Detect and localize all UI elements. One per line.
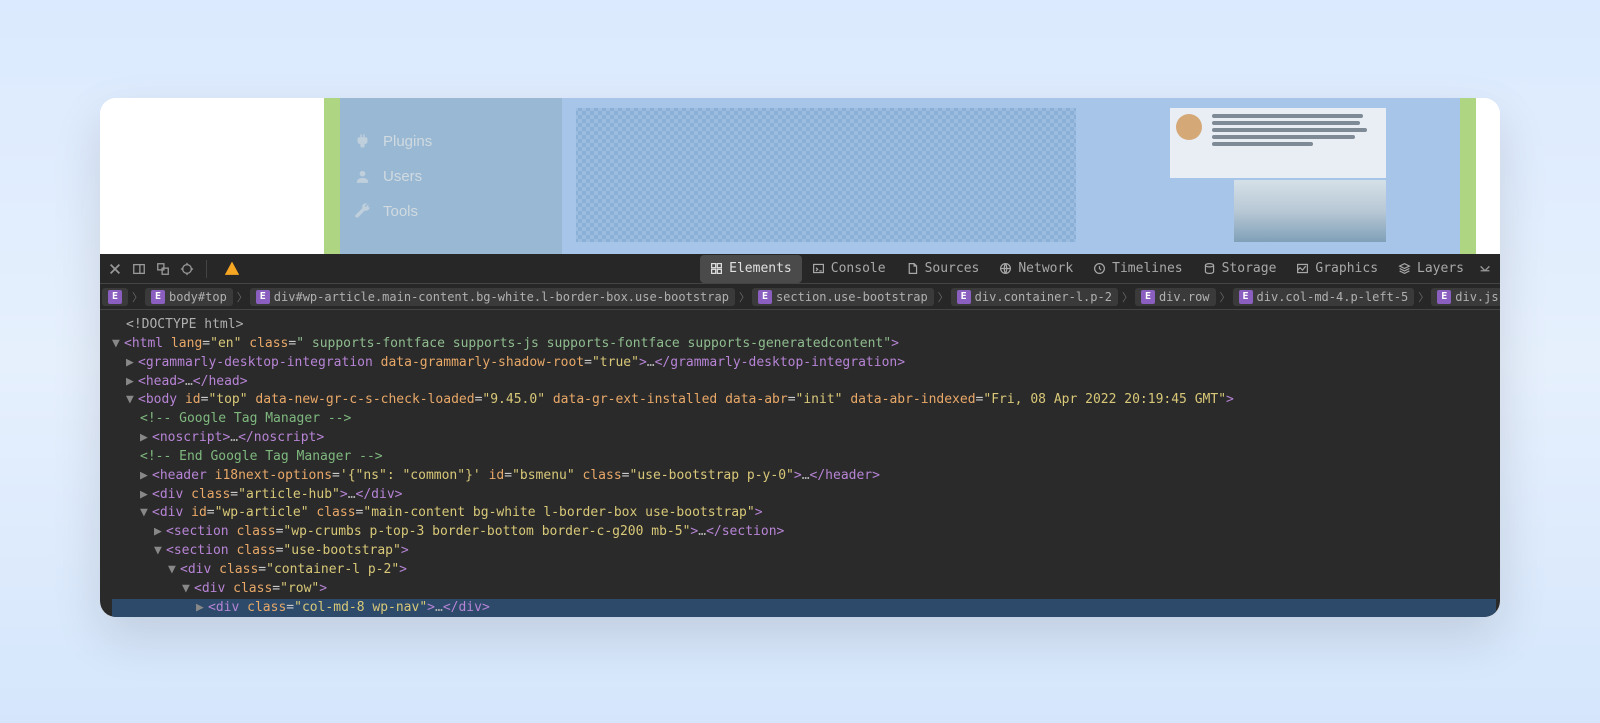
- tab-label: Console: [831, 261, 886, 276]
- avatar: [1176, 114, 1202, 140]
- tab-layers[interactable]: Layers: [1388, 255, 1474, 283]
- tab-sources[interactable]: Sources: [896, 255, 990, 283]
- sidebar-label: Plugins: [383, 133, 432, 150]
- breadcrumb-item[interactable]: Ebody#top: [145, 288, 233, 306]
- warning-icon[interactable]: [221, 258, 243, 280]
- article-image-preview: [1234, 180, 1386, 242]
- breadcrumb-item[interactable]: Ediv.js-article-nav-init.wp-article-nav: [1431, 288, 1500, 306]
- highlight-margin-right: [1460, 98, 1476, 254]
- element-badge: E: [151, 290, 165, 304]
- breadcrumb-item[interactable]: Ediv.col-md-4.p-left-5: [1233, 288, 1415, 306]
- tab-timelines[interactable]: Timelines: [1083, 255, 1192, 283]
- tab-label: Storage: [1222, 261, 1277, 276]
- wrench-icon: [354, 203, 371, 220]
- user-icon: [354, 168, 371, 185]
- devtools-panel: Elements Console Sources Network Timelin…: [100, 254, 1500, 617]
- breadcrumb-item[interactable]: Ediv.container-l.p-2: [951, 288, 1118, 306]
- tab-graphics[interactable]: Graphics: [1286, 255, 1388, 283]
- sidebar-item-users[interactable]: Users: [354, 168, 562, 185]
- dock-layout-icon[interactable]: [152, 258, 174, 280]
- devtools-tabs: Elements Console Sources Network Timelin…: [700, 255, 1496, 283]
- page-preview: Plugins Users Tools: [100, 98, 1500, 254]
- highlighted-element-overlay: [576, 108, 1076, 242]
- dom-doctype: <!DOCTYPE html>: [126, 317, 243, 332]
- devtools-toolbar: Elements Console Sources Network Timelin…: [100, 254, 1500, 284]
- breadcrumb-item[interactable]: Esection.use-bootstrap: [752, 288, 934, 306]
- element-badge: E: [256, 290, 270, 304]
- element-badge: E: [1437, 290, 1451, 304]
- tab-label: Elements: [729, 261, 792, 276]
- breadcrumb-label: div#wp-article.main-content.bg-white.l-b…: [274, 290, 729, 304]
- breadcrumb-label: div.js-article-nav-init.wp-article-nav: [1455, 290, 1500, 304]
- overflow-icon[interactable]: [1474, 258, 1496, 280]
- tab-label: Timelines: [1112, 261, 1182, 276]
- plug-icon: [354, 133, 371, 150]
- dom-breadcrumb: E〉 Ebody#top〉 Ediv#wp-article.main-conte…: [100, 284, 1500, 310]
- sidebar-item-tools[interactable]: Tools: [354, 203, 562, 220]
- wp-admin-sidebar: Plugins Users Tools: [340, 98, 562, 254]
- element-badge: E: [758, 290, 772, 304]
- screenshot-container: Plugins Users Tools: [100, 98, 1500, 617]
- sidebar-label: Users: [383, 168, 422, 185]
- element-badge: E: [1239, 290, 1253, 304]
- breadcrumb-item[interactable]: E: [102, 288, 128, 306]
- article-text-preview: [1212, 114, 1380, 172]
- tab-console[interactable]: Console: [802, 255, 896, 283]
- element-badge: E: [957, 290, 971, 304]
- tab-elements[interactable]: Elements: [700, 255, 802, 283]
- article-card: [1170, 108, 1386, 178]
- tab-label: Network: [1018, 261, 1073, 276]
- sidebar-item-plugins[interactable]: Plugins: [354, 133, 562, 150]
- tab-network[interactable]: Network: [989, 255, 1083, 283]
- tab-label: Sources: [925, 261, 980, 276]
- page-main-column: [562, 98, 1460, 254]
- sidebar-label: Tools: [383, 203, 418, 220]
- breadcrumb-item[interactable]: Ediv#wp-article.main-content.bg-white.l-…: [250, 288, 735, 306]
- breadcrumb-item[interactable]: Ediv.row: [1135, 288, 1216, 306]
- tab-storage[interactable]: Storage: [1193, 255, 1287, 283]
- close-icon[interactable]: [104, 258, 126, 280]
- breadcrumb-label: div.container-l.p-2: [975, 290, 1112, 304]
- breadcrumb-label: div.row: [1159, 290, 1210, 304]
- target-icon[interactable]: [176, 258, 198, 280]
- breadcrumb-label: div.col-md-4.p-left-5: [1257, 290, 1409, 304]
- tab-label: Layers: [1417, 261, 1464, 276]
- breadcrumb-label: section.use-bootstrap: [776, 290, 928, 304]
- divider: [206, 260, 207, 278]
- element-badge: E: [1141, 290, 1155, 304]
- dom-tree[interactable]: <!DOCTYPE html> ▼<html lang="en" class="…: [100, 310, 1500, 617]
- breadcrumb-label: body#top: [169, 290, 227, 304]
- tab-label: Graphics: [1315, 261, 1378, 276]
- dock-side-icon[interactable]: [128, 258, 150, 280]
- highlight-margin-left: [324, 98, 340, 254]
- element-badge: E: [108, 290, 122, 304]
